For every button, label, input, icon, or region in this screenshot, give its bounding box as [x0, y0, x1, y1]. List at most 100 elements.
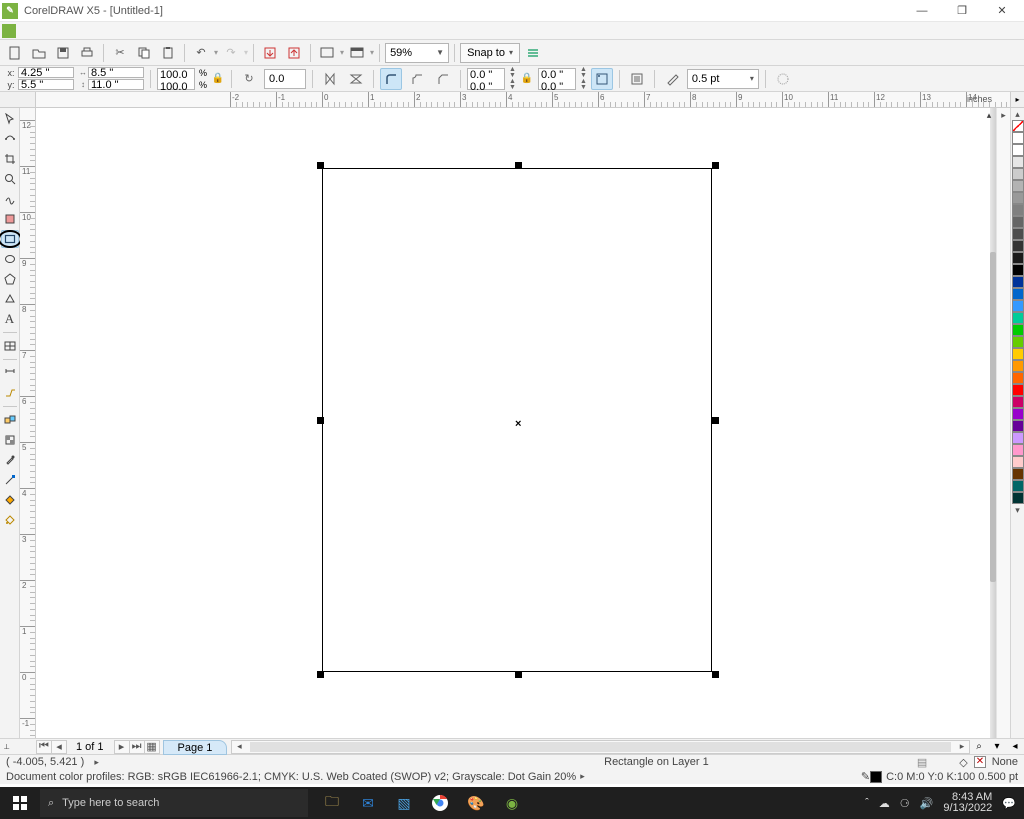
outline-tool[interactable]: [1, 471, 19, 489]
no-fill-swatch[interactable]: [1012, 120, 1024, 132]
palette-flyout-button[interactable]: ◂: [1008, 741, 1022, 752]
file-explorer-icon[interactable]: 🗀: [314, 787, 350, 819]
zoom-select[interactable]: 59% ▼: [385, 43, 449, 63]
next-page-button[interactable]: ▸: [114, 740, 130, 754]
redo-button[interactable]: ↷: [220, 42, 242, 64]
mirror-h-button[interactable]: [319, 68, 341, 90]
undo-dropdown-icon[interactable]: ▾: [214, 48, 218, 57]
fill-tool[interactable]: [1, 491, 19, 509]
color-swatch[interactable]: [1012, 264, 1024, 276]
copy-button[interactable]: [133, 42, 155, 64]
fill-swatch[interactable]: [974, 756, 986, 768]
maximize-button[interactable]: ❐: [942, 0, 982, 22]
handle-ml[interactable]: [317, 417, 324, 424]
mail-icon[interactable]: ✉: [350, 787, 386, 819]
app-launcher-button[interactable]: [316, 42, 338, 64]
crop-tool[interactable]: [1, 150, 19, 168]
clock[interactable]: 8:43 AM 9/13/2022: [943, 792, 992, 814]
shape-tool[interactable]: [1, 130, 19, 148]
zoom-tool[interactable]: [1, 170, 19, 188]
color-swatch[interactable]: [1012, 240, 1024, 252]
chrome-icon[interactable]: [422, 787, 458, 819]
redo-dropdown-icon[interactable]: ▾: [244, 48, 248, 57]
outline-swatch[interactable]: [870, 771, 882, 783]
color-swatch[interactable]: [1012, 168, 1024, 180]
status-flyout-icon[interactable]: ▸: [94, 757, 99, 767]
basic-shapes-tool[interactable]: [1, 290, 19, 308]
app-launcher-dropdown-icon[interactable]: ▾: [340, 48, 344, 57]
corner-tl-input[interactable]: 0.0 ": [470, 69, 492, 81]
color-swatch[interactable]: [1012, 300, 1024, 312]
handle-tc[interactable]: [515, 162, 522, 169]
lock-corners-button[interactable]: 🔒: [520, 68, 534, 90]
print-button[interactable]: [76, 42, 98, 64]
color-swatch[interactable]: [1012, 192, 1024, 204]
handle-tr[interactable]: [712, 162, 719, 169]
hscroll-thumb[interactable]: [250, 742, 951, 752]
import-button[interactable]: [259, 42, 281, 64]
rotation-input[interactable]: 0.0: [264, 69, 306, 89]
corner-spinners-l[interactable]: ▲▼ ▲▼: [509, 67, 516, 91]
relative-corner-button[interactable]: [591, 68, 613, 90]
onedrive-icon[interactable]: ☁: [879, 797, 890, 810]
color-swatch[interactable]: [1012, 444, 1024, 456]
taskbar-search[interactable]: ⌕ Type here to search: [40, 789, 308, 817]
corner-bl-input[interactable]: 0.0 ": [470, 81, 492, 93]
color-swatch[interactable]: [1012, 384, 1024, 396]
color-swatch[interactable]: [1012, 480, 1024, 492]
page-tab[interactable]: Page 1: [163, 740, 228, 755]
color-swatch[interactable]: [1012, 408, 1024, 420]
color-swatch[interactable]: [1012, 420, 1024, 432]
height-input[interactable]: 11.0 ": [88, 79, 144, 90]
corner-br-input[interactable]: 0.0 ": [541, 81, 563, 93]
outline-width-select[interactable]: 0.5 pt ▾: [687, 69, 759, 89]
lock-ratio-button[interactable]: 🔒: [211, 68, 225, 90]
freehand-tool[interactable]: [1, 190, 19, 208]
vertical-ruler[interactable]: 1211109876543210-1: [20, 108, 36, 738]
prev-page-button[interactable]: ◂: [51, 740, 67, 754]
dimension-tool[interactable]: [1, 364, 19, 382]
color-swatch[interactable]: [1012, 468, 1024, 480]
handle-tl[interactable]: [317, 162, 324, 169]
text-wrap-button[interactable]: [626, 68, 648, 90]
color-swatch[interactable]: [1012, 360, 1024, 372]
color-swatch[interactable]: [1012, 456, 1024, 468]
hscroll-track[interactable]: ◂ ▸: [231, 740, 970, 754]
color-swatch[interactable]: [1012, 228, 1024, 240]
handle-mr[interactable]: [712, 417, 719, 424]
canvas[interactable]: × ▴: [36, 108, 996, 738]
transparency-tool[interactable]: [1, 431, 19, 449]
minimize-button[interactable]: —: [902, 0, 942, 22]
color-swatch[interactable]: [1012, 180, 1024, 192]
color-swatch[interactable]: [1012, 252, 1024, 264]
color-swatch[interactable]: [1012, 288, 1024, 300]
docker-toggle[interactable]: ▸: [997, 108, 1010, 122]
hscroll-right-button[interactable]: ▸: [955, 741, 969, 752]
blend-tool[interactable]: [1, 411, 19, 429]
handle-bc[interactable]: [515, 671, 522, 678]
color-swatch[interactable]: [1012, 204, 1024, 216]
rectangle-tool[interactable]: [1, 230, 19, 248]
x-input[interactable]: 4.25 ": [18, 67, 74, 78]
scale-y-input[interactable]: 100.0: [160, 81, 188, 93]
color-swatch[interactable]: [1012, 336, 1024, 348]
save-button[interactable]: [52, 42, 74, 64]
handle-br[interactable]: [712, 671, 719, 678]
first-page-button[interactable]: ⏮: [36, 740, 52, 754]
add-page-button[interactable]: ▦: [144, 740, 160, 754]
y-input[interactable]: 5.5 ": [18, 79, 74, 90]
snap-to-dropdown[interactable]: Snap to ▾: [460, 43, 520, 63]
to-front-button[interactable]: [772, 68, 794, 90]
color-swatch[interactable]: [1012, 492, 1024, 504]
wifi-icon[interactable]: ⚆: [900, 797, 910, 810]
ellipse-tool[interactable]: [1, 250, 19, 268]
eyedropper-tool[interactable]: [1, 451, 19, 469]
start-button[interactable]: [0, 787, 40, 819]
smart-fill-tool[interactable]: [1, 210, 19, 228]
color-swatch[interactable]: [1012, 396, 1024, 408]
table-tool[interactable]: [1, 337, 19, 355]
cut-button[interactable]: ✂: [109, 42, 131, 64]
handle-bl[interactable]: [317, 671, 324, 678]
new-button[interactable]: [4, 42, 26, 64]
export-button[interactable]: [283, 42, 305, 64]
